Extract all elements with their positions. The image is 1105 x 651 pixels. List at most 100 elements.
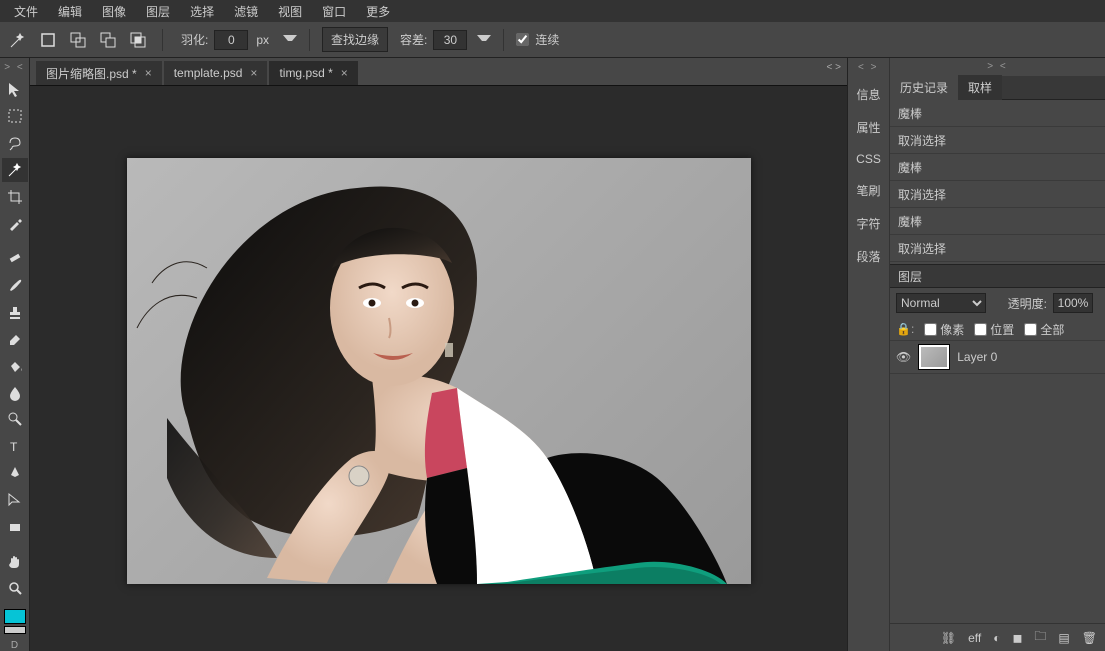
separator xyxy=(309,29,310,51)
tab-sample[interactable]: 取样 xyxy=(958,75,1002,100)
path-tool[interactable] xyxy=(2,488,28,513)
text-tool[interactable]: T xyxy=(2,434,28,459)
feather-label: 羽化: xyxy=(181,31,208,48)
link-icon[interactable]: ⛓ xyxy=(941,631,956,645)
layer-thumbnail[interactable] xyxy=(919,345,949,369)
menu-view[interactable]: 视图 xyxy=(268,0,312,23)
foreground-color-swatch[interactable] xyxy=(4,609,26,624)
layers-header[interactable]: 图层 xyxy=(890,264,1105,288)
eraser-tool[interactable] xyxy=(2,326,28,351)
wand-icon[interactable] xyxy=(6,28,30,52)
tab-0[interactable]: 图片缩略图.psd *× xyxy=(36,61,162,85)
close-icon[interactable]: × xyxy=(250,66,257,80)
lock-pixels[interactable]: 像素 xyxy=(924,321,964,338)
blend-mode-select[interactable]: Normal xyxy=(896,293,986,313)
right-panels: < > 信息 属性 CSS 笔刷 字符 段落 > < 历史记录 取样 魔棒 取消… xyxy=(847,58,1105,651)
side-handle[interactable]: < > xyxy=(858,62,878,73)
menu-image[interactable]: 图像 xyxy=(92,0,136,23)
document-image[interactable] xyxy=(127,158,751,584)
pen-tool[interactable] xyxy=(2,461,28,486)
side-brush[interactable]: 笔刷 xyxy=(852,178,884,203)
lasso-tool[interactable] xyxy=(2,131,28,156)
find-edges-button[interactable]: 查找边缘 xyxy=(322,27,388,52)
trash-icon[interactable]: 🗑 xyxy=(1082,631,1097,645)
lock-position[interactable]: 位置 xyxy=(974,321,1014,338)
blur-tool[interactable] xyxy=(2,380,28,405)
history-panel-tabs: 历史记录 取样 xyxy=(890,76,1105,100)
side-char[interactable]: 字符 xyxy=(852,211,884,236)
background-color-swatch[interactable] xyxy=(4,626,26,634)
separator xyxy=(503,29,504,51)
menu-bar: 文件 编辑 图像 图层 选择 滤镜 视图 窗口 更多 xyxy=(0,0,1105,22)
history-item[interactable]: 取消选择 xyxy=(890,181,1105,208)
heal-tool[interactable] xyxy=(2,246,28,271)
side-info[interactable]: 信息 xyxy=(852,82,884,107)
stamp-tool[interactable] xyxy=(2,300,28,325)
side-para[interactable]: 段落 xyxy=(852,244,884,269)
default-colors-label[interactable]: D xyxy=(11,640,18,651)
tab-history[interactable]: 历史记录 xyxy=(890,75,958,100)
opacity-input[interactable] xyxy=(1053,293,1093,313)
bucket-tool[interactable] xyxy=(2,353,28,378)
close-icon[interactable]: × xyxy=(145,66,152,80)
mask-icon[interactable]: ◼ xyxy=(1012,631,1022,645)
document-tabs: 图片缩略图.psd *× template.psd× timg.psd *× <… xyxy=(30,58,847,86)
visibility-icon[interactable]: 👁 xyxy=(896,350,911,364)
history-item[interactable]: 取消选择 xyxy=(890,235,1105,262)
fx-label[interactable]: eff xyxy=(968,631,981,645)
lock-all[interactable]: 全部 xyxy=(1024,321,1064,338)
side-props[interactable]: 属性 xyxy=(852,115,884,140)
crop-tool[interactable] xyxy=(2,184,28,209)
history-item[interactable]: 取消选择 xyxy=(890,127,1105,154)
side-css[interactable]: CSS xyxy=(852,148,885,170)
options-bar: 羽化: px 查找边缘 容差: 连续 xyxy=(0,22,1105,58)
menu-edit[interactable]: 编辑 xyxy=(48,0,92,23)
folder-icon[interactable]: 🗀 xyxy=(1034,627,1046,648)
contiguous-checkbox[interactable] xyxy=(516,33,529,46)
hand-tool[interactable] xyxy=(2,549,28,574)
dodge-tool[interactable] xyxy=(2,407,28,432)
contiguous-label: 连续 xyxy=(535,31,559,48)
sel-int-icon[interactable] xyxy=(126,28,150,52)
new-layer-icon[interactable]: ▤ xyxy=(1058,631,1069,645)
shape-tool[interactable] xyxy=(2,514,28,539)
layer-name: Layer 0 xyxy=(957,350,997,364)
menu-select[interactable]: 选择 xyxy=(180,0,224,23)
brush-tool[interactable] xyxy=(2,273,28,298)
history-item[interactable]: 魔棒 xyxy=(890,154,1105,181)
sel-new-icon[interactable] xyxy=(36,28,60,52)
close-icon[interactable]: × xyxy=(341,66,348,80)
tabs-handle[interactable]: < > xyxy=(827,62,841,73)
zoom-tool[interactable] xyxy=(2,576,28,601)
svg-text:T: T xyxy=(10,440,18,454)
panel-stack: > < 历史记录 取样 魔棒 取消选择 魔棒 取消选择 魔棒 取消选择 图层 N… xyxy=(890,58,1105,651)
tab-2[interactable]: timg.psd *× xyxy=(269,61,357,85)
menu-window[interactable]: 窗口 xyxy=(312,0,356,23)
tab-1[interactable]: template.psd× xyxy=(164,61,268,85)
menu-file[interactable]: 文件 xyxy=(4,0,48,23)
layer-row[interactable]: 👁 Layer 0 xyxy=(890,340,1105,374)
sel-sub-icon[interactable] xyxy=(96,28,120,52)
tool-palette: > < T D xyxy=(0,58,30,651)
menu-filter[interactable]: 滤镜 xyxy=(224,0,268,23)
menu-more[interactable]: 更多 xyxy=(356,0,400,23)
feather-input[interactable] xyxy=(214,30,248,50)
tolerance-dropdown-icon[interactable] xyxy=(477,35,491,49)
layer-locks: 🔒: 像素 位置 全部 xyxy=(890,318,1105,340)
feather-unit: px xyxy=(256,33,269,47)
menu-layer[interactable]: 图层 xyxy=(136,0,180,23)
wand-tool[interactable] xyxy=(2,158,28,183)
adjustment-icon[interactable]: ◐ xyxy=(993,631,1000,645)
canvas[interactable] xyxy=(30,86,847,651)
eyedropper-tool[interactable] xyxy=(2,211,28,236)
move-tool[interactable] xyxy=(2,77,28,102)
rpanel-handle[interactable]: > < xyxy=(890,58,1105,76)
toolbar-handle[interactable]: > < xyxy=(4,62,24,73)
history-item[interactable]: 魔棒 xyxy=(890,208,1105,235)
sel-add-icon[interactable] xyxy=(66,28,90,52)
history-list[interactable]: 魔棒 取消选择 魔棒 取消选择 魔棒 取消选择 xyxy=(890,100,1105,264)
history-item[interactable]: 魔棒 xyxy=(890,100,1105,127)
feather-dropdown-icon[interactable] xyxy=(283,35,297,49)
tolerance-input[interactable] xyxy=(433,30,467,50)
marquee-tool[interactable] xyxy=(2,104,28,129)
